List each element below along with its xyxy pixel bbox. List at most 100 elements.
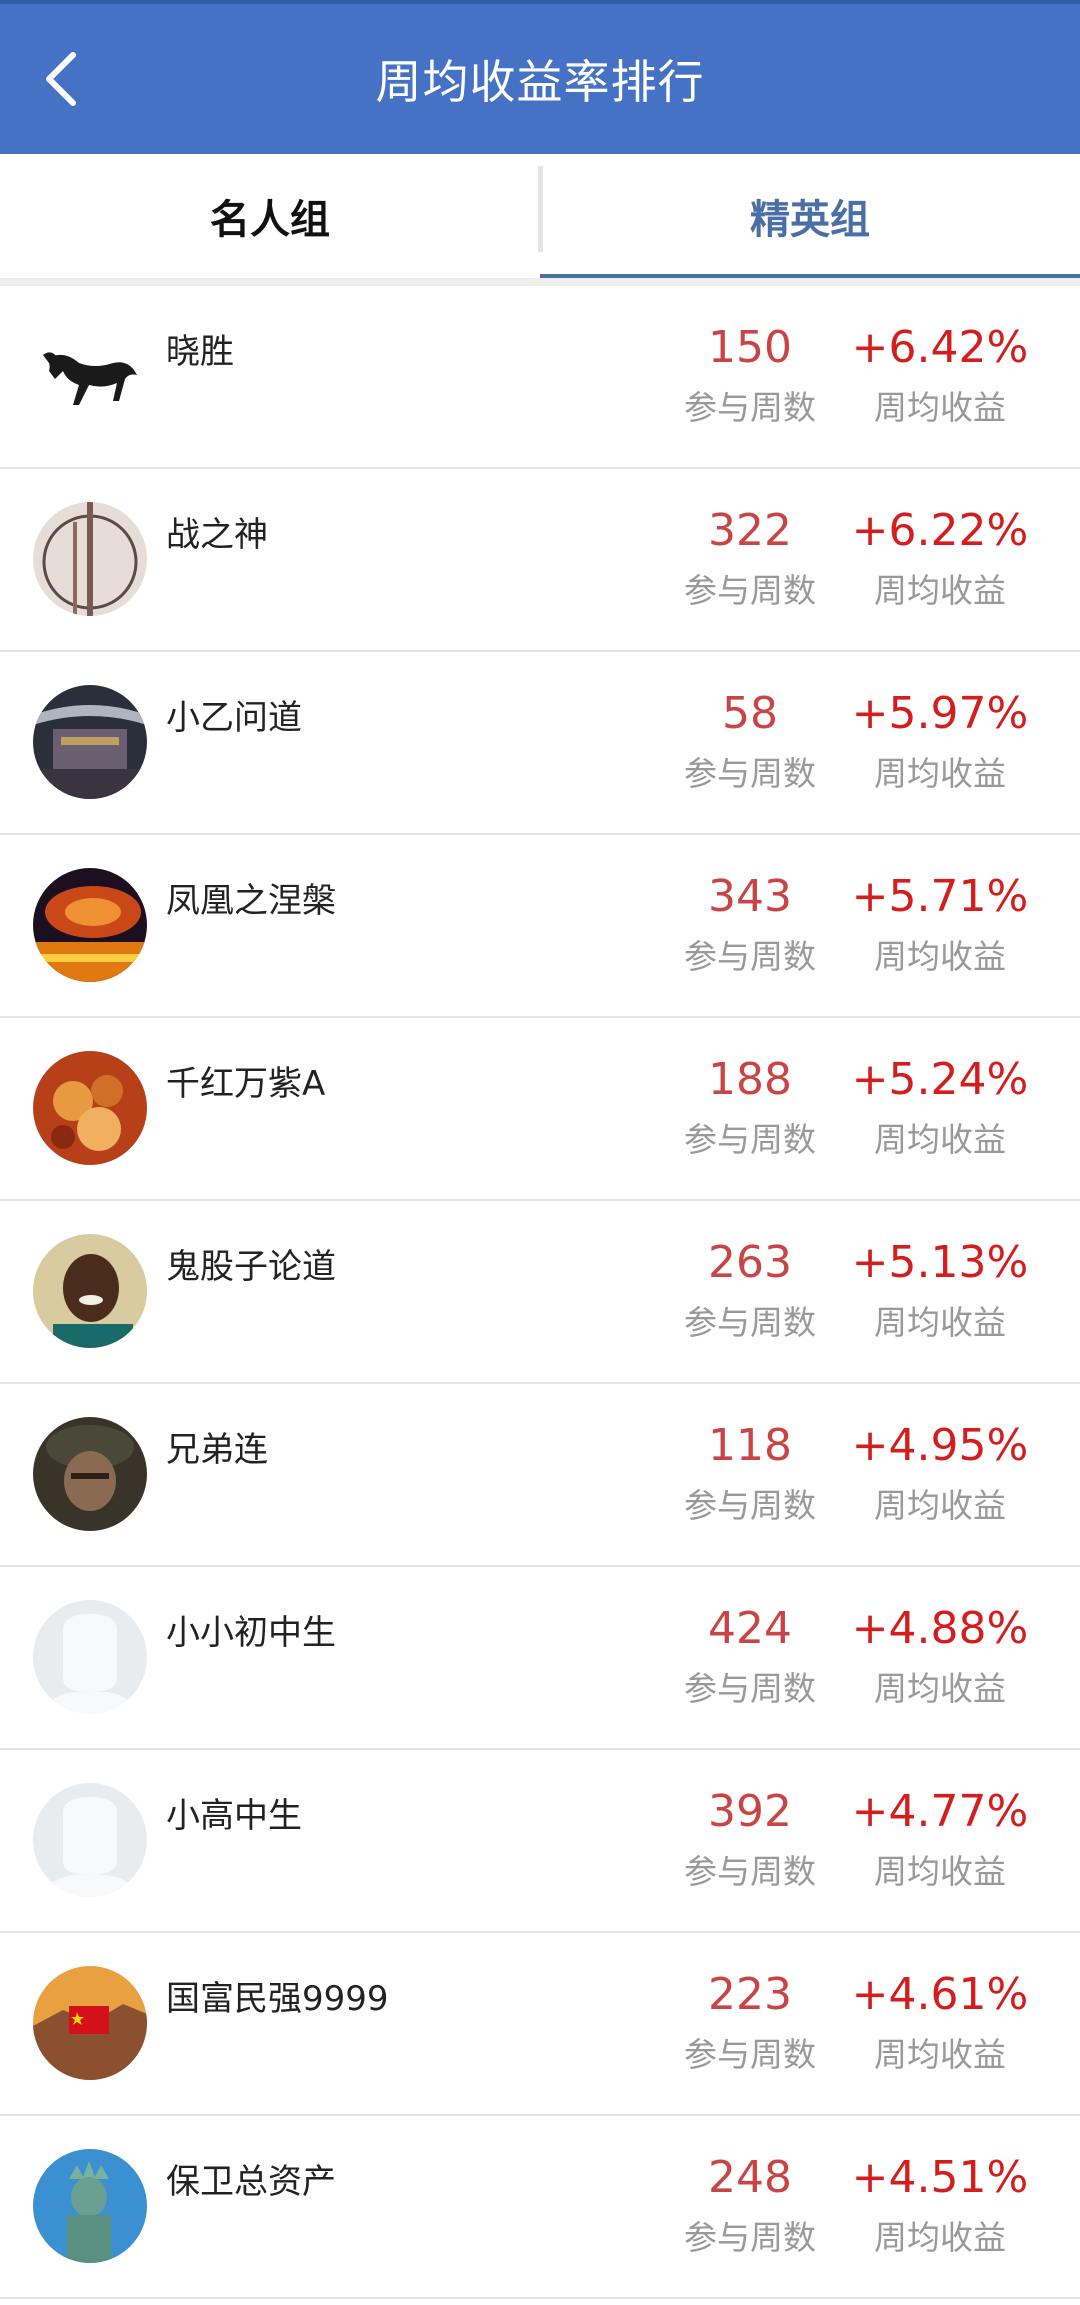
weeks-value: 343 bbox=[708, 871, 792, 922]
user-name: 保卫总资产 bbox=[166, 2162, 336, 2202]
page-title: 周均收益率排行 bbox=[375, 55, 705, 109]
weeks-caption: 参与周数 bbox=[684, 2035, 816, 2074]
return-column: +4.77% 周均收益 bbox=[850, 1784, 1030, 1894]
weeks-caption: 参与周数 bbox=[684, 1303, 816, 1342]
return-caption: 周均收益 bbox=[874, 388, 1006, 427]
weeks-caption: 参与周数 bbox=[684, 937, 816, 976]
weeks-value: 58 bbox=[722, 688, 778, 739]
list-item[interactable]: 兄弟连 118 参与周数 +4.95% 周均收益 bbox=[0, 1384, 1080, 1567]
return-value: +5.13% bbox=[851, 1237, 1029, 1288]
pagoda-avatar bbox=[33, 685, 147, 799]
ferris-wheel-avatar bbox=[33, 502, 147, 616]
return-value: +6.42% bbox=[851, 322, 1029, 373]
user-name: 小小初中生 bbox=[166, 1613, 336, 1653]
tab-elite[interactable]: 精英组 bbox=[540, 154, 1080, 278]
tab-celebrity[interactable]: 名人组 bbox=[0, 154, 540, 278]
fire-sunset-avatar bbox=[33, 868, 147, 982]
weeks-column: 343 参与周数 bbox=[660, 869, 840, 979]
weeks-caption: 参与周数 bbox=[684, 1486, 816, 1525]
weeks-value: 150 bbox=[708, 322, 792, 373]
return-value: +4.51% bbox=[851, 2152, 1029, 2203]
return-value: +5.71% bbox=[851, 871, 1029, 922]
return-caption: 周均收益 bbox=[874, 2035, 1006, 2074]
list-item[interactable]: 凤凰之涅槃 343 参与周数 +5.71% 周均收益 bbox=[0, 835, 1080, 1018]
weeks-value: 188 bbox=[708, 1054, 792, 1105]
weeks-caption: 参与周数 bbox=[684, 1669, 816, 1708]
return-caption: 周均收益 bbox=[874, 1120, 1006, 1159]
app-header: 周均收益率排行 bbox=[0, 4, 1080, 154]
weeks-caption: 参与周数 bbox=[684, 571, 816, 610]
weeks-column: 424 参与周数 bbox=[660, 1601, 840, 1711]
list-item[interactable]: 国富民强9999 223 参与周数 +4.61% 周均收益 bbox=[0, 1933, 1080, 2116]
weeks-column: 223 参与周数 bbox=[660, 1967, 840, 2077]
user-name: 战之神 bbox=[166, 515, 268, 555]
return-caption: 周均收益 bbox=[874, 2218, 1006, 2257]
list-item[interactable]: 千红万紫A 188 参与周数 +5.24% 周均收益 bbox=[0, 1018, 1080, 1201]
return-caption: 周均收益 bbox=[874, 754, 1006, 793]
weeks-caption: 参与周数 bbox=[684, 1120, 816, 1159]
list-item[interactable]: 小小初中生 424 参与周数 +4.88% 周均收益 bbox=[0, 1567, 1080, 1750]
list-item[interactable]: 保卫总资产 248 参与周数 +4.51% 周均收益 bbox=[0, 2116, 1080, 2299]
list-item[interactable]: 小乙问道 58 参与周数 +5.97% 周均收益 bbox=[0, 652, 1080, 835]
weeks-caption: 参与周数 bbox=[684, 2218, 816, 2257]
return-column: +5.71% 周均收益 bbox=[850, 869, 1030, 979]
user-name: 国富民强9999 bbox=[166, 1979, 389, 2019]
user-name: 小乙问道 bbox=[166, 698, 302, 738]
return-column: +4.95% 周均收益 bbox=[850, 1418, 1030, 1528]
flowers-avatar bbox=[33, 1051, 147, 1165]
weeks-value: 322 bbox=[708, 505, 792, 556]
return-caption: 周均收益 bbox=[874, 571, 1006, 610]
weeks-column: 322 参与周数 bbox=[660, 503, 840, 613]
weeks-column: 392 参与周数 bbox=[660, 1784, 840, 1894]
return-caption: 周均收益 bbox=[874, 1486, 1006, 1525]
weeks-value: 223 bbox=[708, 1969, 792, 2020]
weeks-column: 188 参与周数 bbox=[660, 1052, 840, 1162]
weeks-column: 150 参与周数 bbox=[660, 320, 840, 430]
weeks-column: 118 参与周数 bbox=[660, 1418, 840, 1528]
chevron-left-icon bbox=[46, 52, 76, 106]
return-column: +5.13% 周均收益 bbox=[850, 1235, 1030, 1345]
weeks-column: 58 参与周数 bbox=[660, 686, 840, 796]
back-button[interactable] bbox=[30, 48, 92, 110]
great-wall-flag-avatar bbox=[33, 1966, 147, 2080]
list-item[interactable]: 小高中生 392 参与周数 +4.77% 周均收益 bbox=[0, 1750, 1080, 1933]
return-caption: 周均收益 bbox=[874, 1852, 1006, 1891]
soldier-avatar bbox=[33, 1417, 147, 1531]
return-value: +4.88% bbox=[851, 1603, 1029, 1654]
return-column: +4.51% 周均收益 bbox=[850, 2150, 1030, 2260]
ranking-list: 晓胜 150 参与周数 +6.42% 周均收益 战之神 322 参与周数 +6.… bbox=[0, 286, 1080, 2299]
weeks-column: 263 参与周数 bbox=[660, 1235, 840, 1345]
child-portrait-avatar bbox=[33, 1234, 147, 1348]
user-name: 凤凰之涅槃 bbox=[166, 881, 336, 921]
weeks-value: 118 bbox=[708, 1420, 792, 1471]
return-value: +6.22% bbox=[851, 505, 1029, 556]
weeks-caption: 参与周数 bbox=[684, 388, 816, 427]
list-item[interactable]: 鬼股子论道 263 参与周数 +5.13% 周均收益 bbox=[0, 1201, 1080, 1384]
return-value: +5.97% bbox=[851, 688, 1029, 739]
return-caption: 周均收益 bbox=[874, 937, 1006, 976]
statue-of-liberty-avatar bbox=[33, 2149, 147, 2263]
default-user-avatar bbox=[33, 1783, 147, 1897]
return-caption: 周均收益 bbox=[874, 1669, 1006, 1708]
tab-bar: 名人组 精英组 bbox=[0, 154, 1080, 286]
list-item[interactable]: 战之神 322 参与周数 +6.22% 周均收益 bbox=[0, 469, 1080, 652]
list-item[interactable]: 晓胜 150 参与周数 +6.42% 周均收益 bbox=[0, 286, 1080, 469]
return-column: +6.42% 周均收益 bbox=[850, 320, 1030, 430]
user-name: 小高中生 bbox=[166, 1796, 302, 1836]
user-name: 晓胜 bbox=[166, 332, 234, 372]
return-value: +5.24% bbox=[851, 1054, 1029, 1105]
weeks-value: 263 bbox=[708, 1237, 792, 1288]
return-column: +5.97% 周均收益 bbox=[850, 686, 1030, 796]
weeks-value: 392 bbox=[708, 1786, 792, 1837]
return-column: +5.24% 周均收益 bbox=[850, 1052, 1030, 1162]
user-name: 鬼股子论道 bbox=[166, 1247, 336, 1287]
default-user-avatar bbox=[33, 1600, 147, 1714]
return-column: +4.88% 周均收益 bbox=[850, 1601, 1030, 1711]
weeks-caption: 参与周数 bbox=[684, 754, 816, 793]
return-value: +4.61% bbox=[851, 1969, 1029, 2020]
return-value: +4.95% bbox=[851, 1420, 1029, 1471]
horse-avatar bbox=[33, 319, 147, 433]
user-name: 兄弟连 bbox=[166, 1430, 268, 1470]
weeks-value: 248 bbox=[708, 2152, 792, 2203]
return-caption: 周均收益 bbox=[874, 1303, 1006, 1342]
